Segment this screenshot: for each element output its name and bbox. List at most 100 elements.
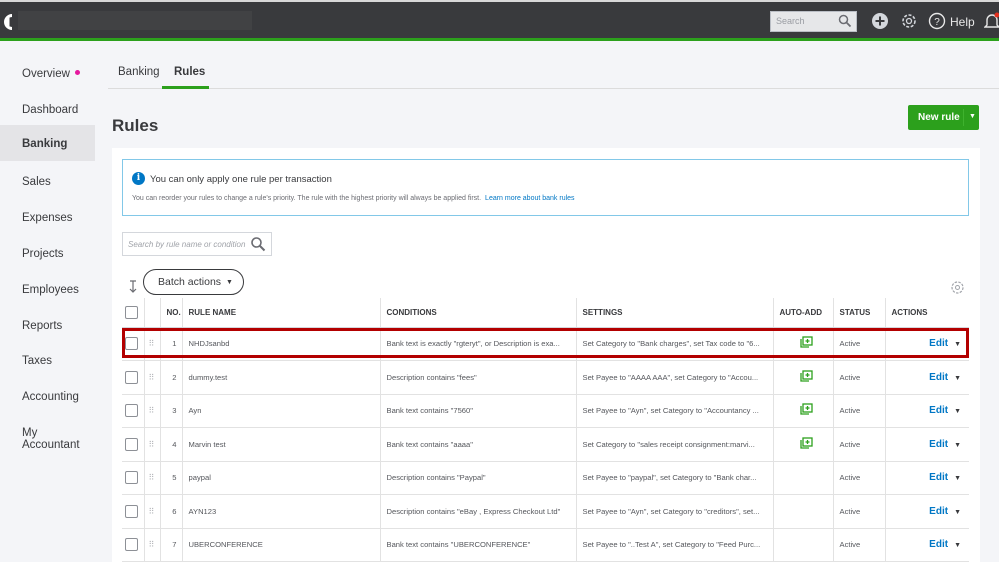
rule-name: UBERCONFERENCE xyxy=(181,528,380,562)
auto-add-cell xyxy=(772,327,833,361)
row-checkbox[interactable] xyxy=(125,471,138,485)
drag-handle-cell: ⠿ xyxy=(143,528,160,562)
global-search-input[interactable]: Search xyxy=(770,11,857,32)
header-auto-add[interactable]: AUTO-ADD xyxy=(772,298,833,328)
edit-link[interactable]: Edit xyxy=(929,338,948,349)
sidebar-item-employees[interactable]: Employees xyxy=(0,271,95,307)
row-checkbox[interactable] xyxy=(125,504,138,518)
info-icon: i xyxy=(132,172,145,185)
sidebar-item-projects[interactable]: Projects xyxy=(0,235,95,271)
chevron-down-icon[interactable]: ▼ xyxy=(954,341,961,348)
edit-link[interactable]: Edit xyxy=(929,439,948,450)
sidebar-item-banking[interactable]: Banking xyxy=(0,125,95,161)
sidebar-item-accounting[interactable]: Accounting xyxy=(0,378,95,414)
table-row[interactable]: ⠿ 4 Marvin test Bank text contains "aaaa" Se… xyxy=(122,427,969,462)
drag-handle-icon[interactable]: ⠿ xyxy=(149,473,155,482)
rule-status: Active xyxy=(832,327,885,361)
rule-settings: Set Payee to "paypal", set Category to "… xyxy=(575,461,773,495)
logo-icon[interactable] xyxy=(2,12,18,32)
tab-rules[interactable]: Rules xyxy=(174,66,205,78)
table-row[interactable]: ⠿ 2 dummy.test Description contains "fees" S… xyxy=(122,360,969,395)
edit-link[interactable]: Edit xyxy=(929,472,948,483)
header-rule-name[interactable]: RULE NAME xyxy=(181,298,380,328)
rule-number: 3 xyxy=(159,394,182,428)
edit-link[interactable]: Edit xyxy=(929,506,948,517)
help-link[interactable]: Help xyxy=(950,15,975,29)
auto-add-cell xyxy=(772,494,833,529)
bell-icon[interactable] xyxy=(984,12,999,30)
sidebar-item-taxes[interactable]: Taxes xyxy=(0,342,95,378)
auto-add-icon[interactable] xyxy=(799,336,813,349)
auto-add-icon[interactable] xyxy=(799,437,813,450)
auto-add-icon[interactable] xyxy=(799,403,813,416)
auto-add-icon[interactable] xyxy=(799,370,813,383)
table-row[interactable]: ⠿ 7 UBERCONFERENCE Bank text contains "UBER… xyxy=(122,528,969,562)
gear-icon[interactable] xyxy=(900,12,918,30)
info-title: You can only apply one rule per transact… xyxy=(150,174,332,185)
new-rule-button[interactable]: New rule ▼ xyxy=(908,105,979,130)
chevron-down-icon: ▼ xyxy=(226,279,233,286)
plus-icon[interactable] xyxy=(871,12,889,30)
table-row[interactable]: ⠿ 3 Ayn Bank text contains "7560" Set Payee … xyxy=(122,394,969,428)
chevron-down-icon[interactable]: ▼ xyxy=(954,509,961,516)
select-all-checkbox[interactable] xyxy=(125,305,138,319)
table-row[interactable]: ⠿ 5 paypal Description contains "Paypal" Set… xyxy=(122,461,969,495)
row-checkbox[interactable] xyxy=(125,538,138,552)
sidebar-item-overview[interactable]: Overview xyxy=(0,55,95,91)
actions-cell: Edit ▼ xyxy=(884,461,969,495)
drag-handle-icon[interactable]: ⠿ xyxy=(149,507,155,516)
chevron-down-icon[interactable]: ▼ xyxy=(969,113,976,120)
sidebar-item-my-accountant[interactable]: My Accountant xyxy=(0,414,95,451)
table-row[interactable]: ⠿ 6 AYN123 Description contains "eBay , Exp… xyxy=(122,494,969,529)
edit-link[interactable]: Edit xyxy=(929,372,948,383)
help-icon[interactable]: ? xyxy=(928,12,946,30)
drag-handle-icon[interactable]: ⠿ xyxy=(149,339,155,348)
learn-more-link[interactable]: Learn more about bank rules xyxy=(485,195,575,202)
drag-handle-icon[interactable]: ⠿ xyxy=(149,440,155,449)
drag-handle-cell: ⠿ xyxy=(143,360,160,395)
tab-banking[interactable]: Banking xyxy=(118,66,160,78)
search-icon[interactable] xyxy=(250,236,266,252)
sidebar-item-label: Projects xyxy=(22,248,64,260)
edit-link[interactable]: Edit xyxy=(929,405,948,416)
rules-table: NO. RULE NAME CONDITIONS SETTINGS AUTO-A… xyxy=(122,298,969,562)
sort-icon[interactable] xyxy=(127,280,139,294)
chevron-down-icon[interactable]: ▼ xyxy=(954,475,961,482)
table-settings-gear-icon[interactable] xyxy=(950,280,965,295)
drag-handle-icon[interactable]: ⠿ xyxy=(149,540,155,549)
row-checkbox[interactable] xyxy=(125,370,138,384)
rule-settings: Set Payee to "Ayn", set Category to "Acc… xyxy=(575,394,773,428)
chevron-down-icon[interactable]: ▼ xyxy=(954,408,961,415)
rule-conditions: Bank text is exactly "rgteryt", or Descr… xyxy=(379,327,576,361)
row-checkbox[interactable] xyxy=(125,404,138,418)
rule-settings: Set Payee to "..Test A", set Category to… xyxy=(575,528,773,562)
row-checkbox[interactable] xyxy=(125,437,138,451)
sidebar-item-dashboard[interactable]: Dashboard xyxy=(0,91,95,127)
chevron-down-icon[interactable]: ▼ xyxy=(954,442,961,449)
auto-add-cell xyxy=(772,360,833,395)
drag-handle-icon[interactable]: ⠿ xyxy=(149,406,155,415)
header-no[interactable]: NO. xyxy=(159,298,182,328)
rule-name: NHDJsanbd xyxy=(181,327,380,361)
rule-conditions: Bank text contains "7560" xyxy=(379,394,576,428)
svg-text:?: ? xyxy=(934,17,940,28)
sidebar-item-label: Accounting xyxy=(22,391,79,403)
row-checkbox[interactable] xyxy=(125,337,138,351)
search-icon[interactable] xyxy=(838,14,852,28)
drag-handle-icon[interactable]: ⠿ xyxy=(149,373,155,382)
sidebar-item-sales[interactable]: Sales xyxy=(0,163,95,199)
chevron-down-icon[interactable]: ▼ xyxy=(954,542,961,549)
sidebar-item-reports[interactable]: Reports xyxy=(0,307,95,343)
edit-link[interactable]: Edit xyxy=(929,539,948,550)
header-status[interactable]: STATUS xyxy=(832,298,885,328)
chevron-down-icon[interactable]: ▼ xyxy=(954,375,961,382)
sidebar-item-expenses[interactable]: Expenses xyxy=(0,199,95,235)
batch-actions-button[interactable]: Batch actions ▼ xyxy=(143,269,244,295)
rule-search-input[interactable]: Search by rule name or condition xyxy=(122,232,272,256)
drag-header xyxy=(143,298,160,328)
sidebar-item-label: Dashboard xyxy=(22,104,79,116)
sidebar-item-label: Overview xyxy=(22,68,70,80)
table-row[interactable]: ⠿ 1 NHDJsanbd Bank text is exactly "rgteryt… xyxy=(122,327,969,361)
actions-cell: Edit ▼ xyxy=(884,394,969,428)
header-settings: SETTINGS xyxy=(575,298,773,328)
